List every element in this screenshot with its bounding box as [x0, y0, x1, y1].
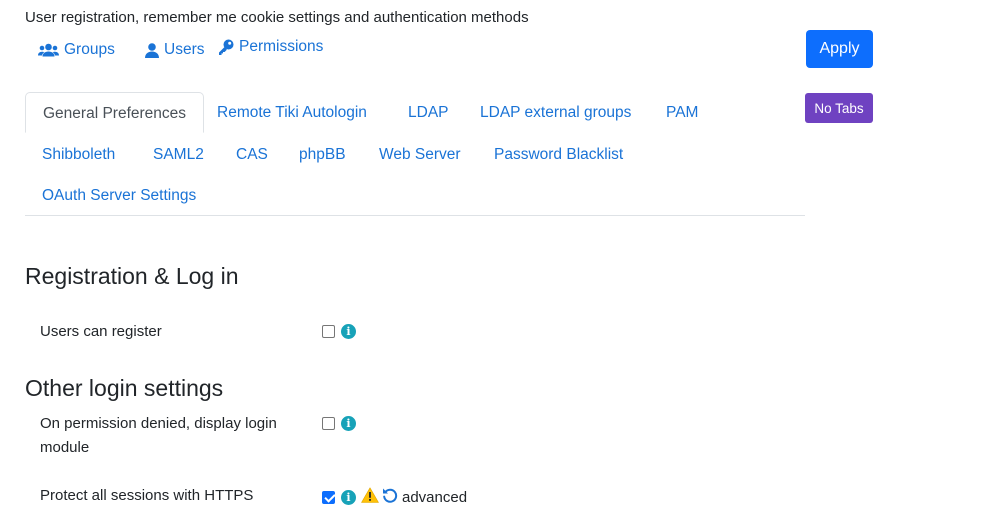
tab-saml2[interactable]: SAML2	[136, 134, 221, 175]
preferences-tabs: General Preferences Remote Tiki Autologi…	[25, 92, 805, 216]
pref-label-users-can-register: Users can register	[40, 323, 162, 340]
permissions-link[interactable]: Permissions	[218, 38, 323, 56]
tab-password-blacklist[interactable]: Password Blacklist	[477, 134, 640, 175]
warning-icon	[361, 487, 379, 507]
users-can-register-checkbox[interactable]	[322, 325, 335, 338]
key-icon	[219, 39, 234, 55]
info-icon[interactable]: i	[341, 416, 356, 431]
info-icon[interactable]: i	[341, 489, 356, 505]
https-sessions-checkbox[interactable]	[322, 490, 335, 504]
no-tabs-button[interactable]: No Tabs	[805, 93, 873, 123]
tab-ldap[interactable]: LDAP	[391, 92, 466, 133]
tab-cas[interactable]: CAS	[219, 134, 285, 175]
tab-ldap-external-groups[interactable]: LDAP external groups	[463, 92, 648, 133]
pref-label-permission-denied-login: On permission denied, display login modu…	[40, 415, 277, 456]
users-link-label: Users	[164, 41, 205, 58]
tab-oauth-server-settings[interactable]: OAuth Server Settings	[25, 175, 213, 216]
users-group-icon	[38, 43, 59, 57]
users-link[interactable]: Users	[145, 41, 204, 59]
section-heading-other-login: Other login settings	[25, 375, 224, 401]
tab-remote-tiki-autologin[interactable]: Remote Tiki Autologin	[200, 92, 384, 133]
info-icon[interactable]: i	[341, 324, 356, 339]
pref-controls-permission-denied-login: i	[322, 416, 356, 431]
apply-button[interactable]: Apply	[806, 30, 873, 68]
tab-pam[interactable]: PAM	[649, 92, 715, 133]
tab-shibboleth[interactable]: Shibboleth	[25, 134, 132, 175]
reset-icon[interactable]	[382, 487, 398, 507]
tab-general-preferences[interactable]: General Preferences	[25, 92, 205, 133]
pref-controls-https-sessions: i advanced	[322, 487, 467, 507]
page-description: User registration, remember me cookie se…	[25, 9, 529, 26]
groups-link[interactable]: Groups	[38, 41, 115, 59]
section-heading-registration: Registration & Log in	[25, 263, 239, 289]
permission-denied-login-checkbox[interactable]	[322, 417, 335, 430]
tab-web-server[interactable]: Web Server	[362, 134, 478, 175]
pref-controls-users-can-register: i	[322, 324, 356, 339]
user-icon	[145, 42, 159, 58]
tab-phpbb[interactable]: phpBB	[282, 134, 363, 175]
groups-link-label: Groups	[64, 41, 115, 58]
permissions-link-label: Permissions	[239, 38, 324, 55]
advanced-tag: advanced	[402, 488, 468, 506]
pref-label-https-sessions: Protect all sessions with HTTPS	[40, 487, 254, 504]
